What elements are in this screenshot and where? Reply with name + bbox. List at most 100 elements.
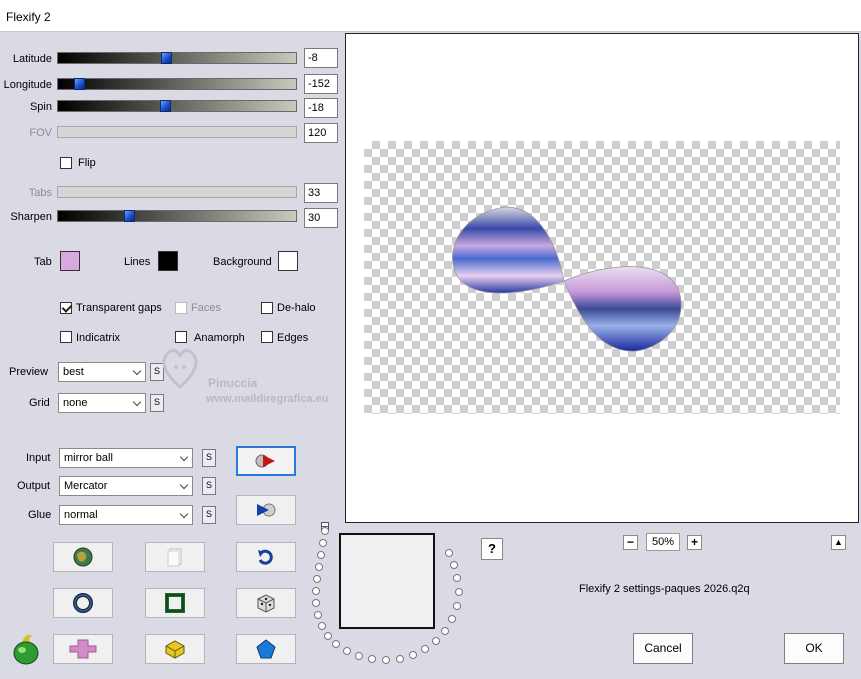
glue-label: Glue: [28, 509, 52, 521]
chevron-down-icon: [132, 397, 142, 407]
input-label: Input: [26, 452, 51, 464]
chevron-down-icon: [132, 366, 142, 376]
help-button[interactable]: ?: [481, 538, 503, 560]
pentagon-icon: [256, 639, 276, 659]
globe-icon: [73, 547, 93, 567]
output-label: Output: [17, 480, 51, 492]
watermark-name: Pinuccia: [208, 376, 258, 390]
latitude-slider-thumb[interactable]: [161, 52, 172, 64]
window-title: Flexify 2: [6, 10, 51, 24]
chevron-down-icon: [179, 452, 189, 462]
tabs-field[interactable]: 33: [304, 183, 338, 203]
output-s-button[interactable]: S: [202, 477, 216, 495]
anamorph-label: Anamorph: [194, 332, 245, 344]
indicatrix-checkbox[interactable]: [60, 331, 72, 343]
dice-icon: [257, 594, 275, 613]
spin-slider[interactable]: [57, 100, 297, 112]
play-forward-button[interactable]: [236, 446, 296, 476]
flip-label: Flip: [78, 157, 96, 169]
transparent-gaps-label: Transparent gaps: [76, 302, 162, 314]
input-select[interactable]: mirror ball: [59, 448, 193, 468]
lines-color-label: Lines: [124, 256, 151, 268]
frame-icon: [165, 593, 185, 613]
tabs-label: Tabs: [28, 187, 52, 199]
sharpen-slider-thumb[interactable]: [124, 210, 135, 222]
glue-select-value: normal: [64, 509, 98, 521]
lines-color-swatch[interactable]: [158, 251, 178, 271]
preview-pane[interactable]: [345, 33, 859, 523]
input-s-button[interactable]: S: [202, 449, 216, 467]
tabs-slider: [57, 186, 297, 198]
ok-button[interactable]: OK: [784, 633, 844, 664]
title-bar: Flexify 2: [0, 0, 861, 32]
longitude-slider[interactable]: [57, 78, 297, 90]
preview-select[interactable]: best: [58, 362, 146, 382]
grid-s-button[interactable]: S: [150, 394, 164, 412]
de-halo-label: De-halo: [277, 302, 316, 314]
latitude-label: Latitude: [12, 53, 52, 65]
fov-field[interactable]: 120: [304, 123, 338, 143]
sharpen-slider[interactable]: [57, 210, 297, 222]
checker-cross-icon: [69, 639, 97, 659]
settings-filename: Flexify 2 settings-paques 2026.q2q: [579, 583, 750, 595]
frame-button[interactable]: [145, 588, 205, 618]
zoom-level: 50%: [646, 533, 680, 551]
cross-button[interactable]: [53, 634, 113, 664]
background-color-swatch[interactable]: [278, 251, 298, 271]
heart-watermark-icon: [160, 345, 200, 390]
de-halo-checkbox[interactable]: [261, 302, 273, 314]
faces-label: Faces: [191, 302, 221, 314]
fov-label: FOV: [29, 127, 52, 139]
edges-checkbox[interactable]: [261, 331, 273, 343]
output-select-value: Mercator: [64, 480, 108, 492]
spin-field[interactable]: -18: [304, 98, 338, 118]
zoom-in-button[interactable]: +: [687, 535, 702, 550]
copy-button[interactable]: [145, 542, 205, 572]
background-color-label: Background: [213, 256, 272, 268]
ring-icon: [73, 593, 93, 613]
spin-label: Spin: [29, 101, 52, 113]
grid-select[interactable]: none: [58, 393, 146, 413]
copy-icon: [167, 548, 182, 567]
tab-color-label: Tab: [34, 256, 52, 268]
longitude-field[interactable]: -152: [304, 74, 338, 94]
globe-button[interactable]: [53, 542, 113, 572]
preview-select-value: best: [63, 366, 84, 378]
longitude-slider-thumb[interactable]: [74, 78, 85, 90]
glue-select[interactable]: normal: [59, 505, 193, 525]
expand-up-button[interactable]: ▲: [831, 535, 846, 550]
play-next-button[interactable]: [236, 495, 296, 525]
ring-button[interactable]: [53, 588, 113, 618]
grid-select-value: none: [63, 397, 88, 409]
edges-label: Edges: [277, 332, 309, 344]
anamorph-checkbox[interactable]: [175, 331, 187, 343]
output-select[interactable]: Mercator: [59, 476, 193, 496]
play-blue-icon: [257, 503, 276, 517]
cube-icon: [165, 640, 185, 659]
undo-button[interactable]: [236, 542, 296, 572]
chevron-up-icon: ▲: [834, 537, 843, 547]
fov-slider: [57, 126, 297, 138]
flip-checkbox[interactable]: [60, 157, 72, 169]
latitude-slider[interactable]: [57, 52, 297, 64]
undo-icon: [258, 549, 273, 565]
cancel-button[interactable]: Cancel: [633, 633, 693, 664]
spin-slider-thumb[interactable]: [160, 100, 171, 112]
longitude-label: Longitude: [3, 79, 52, 91]
preview-label: Preview: [9, 366, 49, 378]
glue-s-button[interactable]: S: [202, 506, 216, 524]
flaming-pear-logo-icon: [8, 632, 44, 666]
pentagon-button[interactable]: [236, 634, 296, 664]
zoom-out-button[interactable]: −: [623, 535, 638, 550]
tab-color-swatch[interactable]: [60, 251, 80, 271]
navigation-thumbnail[interactable]: [339, 533, 435, 629]
play-red-icon: [255, 454, 275, 468]
transparent-gaps-checkbox[interactable]: [60, 302, 72, 314]
sharpen-field[interactable]: 30: [304, 208, 338, 228]
grid-label: Grid: [29, 397, 50, 409]
latitude-field[interactable]: -8: [304, 48, 338, 68]
cube-button[interactable]: [145, 634, 205, 664]
random-dice-button[interactable]: [236, 588, 296, 618]
flexify-preview-shape: [452, 206, 682, 352]
indicatrix-label: Indicatrix: [76, 332, 121, 344]
